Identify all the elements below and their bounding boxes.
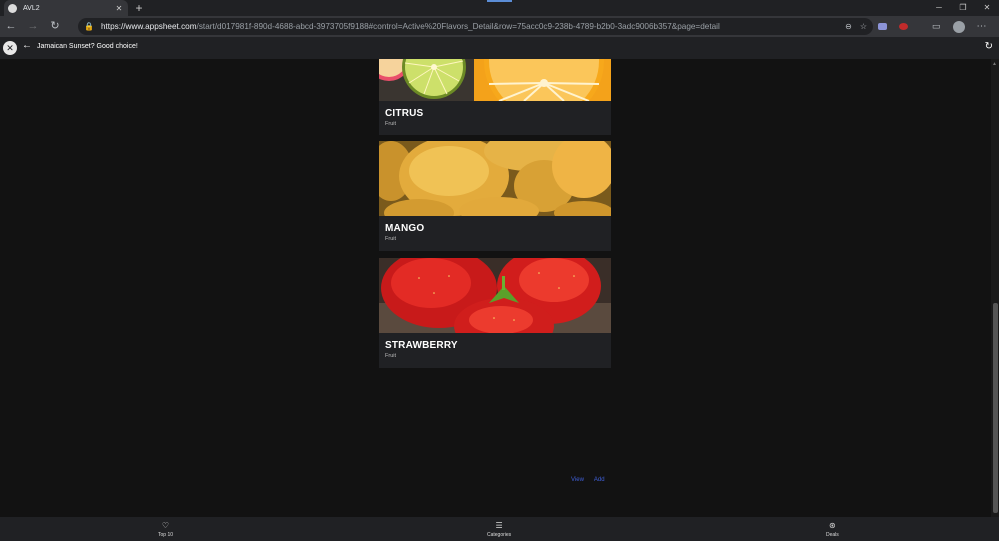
card-mango[interactable]: MANGO Fruit [379, 141, 611, 251]
reload-button[interactable]: ↻ [44, 16, 66, 37]
app-logo-icon[interactable]: ✕ [3, 41, 17, 55]
strawberry-image [379, 258, 611, 333]
nav-top10[interactable]: ♡ Top 10 [158, 521, 173, 538]
card-subtitle: Fruit [385, 353, 396, 359]
card-strawberry[interactable]: STRAWBERRY Fruit [379, 258, 611, 368]
scrollbar[interactable]: ▲ [991, 59, 999, 517]
favorite-star-icon[interactable]: ☆ [860, 22, 867, 31]
bottom-nav: ♡ Top 10 ☰ Categories ⊛ Deals [0, 517, 999, 541]
view-link[interactable]: View [571, 477, 584, 483]
strawberry-illustration [379, 258, 611, 333]
deals-icon: ⊛ [829, 521, 836, 530]
restore-button[interactable]: ❐ [951, 0, 975, 16]
browser-tab-strip: AVL2 ✕ + ─ ❐ ✕ [0, 0, 999, 16]
cast-icon[interactable]: ▭ [932, 21, 941, 32]
lock-icon: 🔒 [84, 22, 94, 31]
heart-icon: ♡ [161, 521, 170, 530]
list-icon: ☰ [495, 521, 503, 530]
refresh-icon[interactable]: ↻ [985, 41, 993, 52]
url-path: /start/d017981f-890d-4688-abcd-3973705f9… [196, 22, 720, 31]
scroll-thumb[interactable] [993, 303, 998, 513]
nav-label: Categories [487, 532, 512, 538]
app-header: ✕ ← Jamaican Sunset? Good choice! ↻ [0, 37, 999, 59]
card-title: STRAWBERRY [385, 340, 458, 351]
back-button[interactable]: ← [0, 16, 22, 37]
card-subtitle: Fruit [385, 236, 396, 242]
card-citrus[interactable]: CITRUS Fruit [379, 59, 611, 135]
footer-actions: View Add [571, 477, 605, 483]
minimize-button[interactable]: ─ [927, 0, 951, 16]
new-tab-button[interactable]: + [133, 1, 145, 15]
card-subtitle: Fruit [385, 121, 396, 127]
extensions-area: ▭ ⋯ [878, 16, 987, 37]
url-text: https://www.appsheet.com/start/d017981f-… [101, 22, 720, 31]
browser-menu-icon[interactable]: ⋯ [977, 21, 987, 32]
close-window-button[interactable]: ✕ [975, 0, 999, 16]
nav-label: Deals [826, 532, 839, 538]
back-arrow-icon[interactable]: ← [22, 40, 32, 51]
mango-image [379, 141, 611, 216]
tab-indicator [487, 0, 512, 2]
tab-title: AVL2 [23, 4, 40, 12]
browser-toolbar: ← → ↻ 🔒 https://www.appsheet.com/start/d… [0, 16, 999, 37]
nav-deals[interactable]: ⊛ Deals [826, 521, 839, 538]
card-title: MANGO [385, 223, 425, 234]
mango-illustration [379, 141, 611, 216]
card-title: CITRUS [385, 108, 424, 119]
address-bar[interactable]: 🔒 https://www.appsheet.com/start/d017981… [78, 18, 873, 35]
nav-categories[interactable]: ☰ Categories [487, 521, 511, 538]
profile-avatar[interactable] [952, 20, 965, 33]
extension-icon[interactable] [878, 23, 887, 30]
url-host: https://www.appsheet.com [100, 22, 197, 31]
window-controls: ─ ❐ ✕ [927, 0, 999, 16]
scroll-up-icon[interactable]: ▲ [992, 61, 997, 67]
citrus-image [379, 59, 611, 101]
tab-close-icon[interactable]: ✕ [114, 4, 124, 13]
extension-red-icon[interactable] [899, 23, 908, 30]
browser-tab[interactable]: AVL2 ✕ [4, 0, 128, 16]
tab-favicon-icon [8, 3, 17, 13]
omnibox-icons: ⊖ ☆ [845, 18, 867, 35]
add-link[interactable]: Add [594, 477, 605, 483]
zoom-icon[interactable]: ⊖ [845, 22, 852, 31]
page-title: Jamaican Sunset? Good choice! [37, 43, 138, 50]
nav-label: Top 10 [158, 532, 174, 538]
citrus-illustration [379, 59, 611, 101]
main-content: CITRUS Fruit MANGO Fruit STRAWBERRY Frui… [0, 59, 991, 517]
forward-button[interactable]: → [22, 16, 44, 37]
